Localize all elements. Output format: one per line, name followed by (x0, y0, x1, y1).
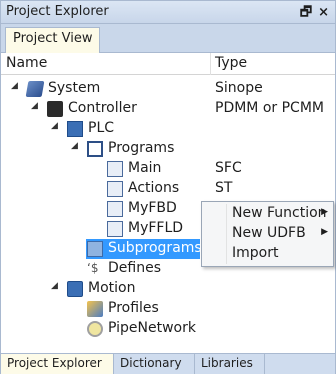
collapse-arrow-icon[interactable]: ◢ (51, 121, 58, 131)
pin-icon[interactable]: 🗗 (300, 5, 312, 20)
submenu-arrow-icon: ▶ (321, 207, 328, 217)
tree-item-type: Sinope (215, 80, 263, 96)
column-type-header[interactable]: Type (215, 55, 247, 71)
system-icon (25, 81, 45, 97)
profiles-icon (87, 301, 103, 317)
collapse-arrow-icon[interactable]: ◢ (71, 141, 78, 151)
tree-item-label: Actions (128, 180, 180, 196)
collapse-arrow-icon[interactable]: ◢ (51, 281, 58, 291)
tree-item-type: PDMM or PCMM (215, 100, 324, 116)
programs-folder-icon (87, 141, 103, 157)
tree-item-label: Profiles (108, 300, 159, 316)
tree-item-label: Programs (108, 140, 175, 156)
tree-item-actions[interactable]: Actions ST (1, 179, 335, 199)
tab-dictionary[interactable]: Dictionary (114, 354, 195, 374)
submenu-arrow-icon: ▶ (321, 227, 328, 237)
context-menu: New Function ▶ New UDFB ▶ Import (201, 201, 334, 267)
panel-title: Project Explorer (6, 4, 109, 19)
tab-project-explorer[interactable]: Project Explorer (1, 354, 114, 374)
tree-item-label: Main (128, 160, 162, 176)
tree-item-profiles[interactable]: Profiles (1, 299, 335, 319)
window-controls: 🗗 × (294, 3, 329, 25)
tree-item-label: Motion (88, 280, 136, 296)
tree-item-label: Defines (108, 260, 161, 276)
tree-item-label: PLC (88, 120, 115, 136)
collapse-arrow-icon[interactable]: ◢ (11, 81, 18, 91)
plc-icon (67, 121, 83, 137)
menu-item-import[interactable]: Import (202, 244, 333, 264)
title-bar: Project Explorer 🗗 × (1, 1, 335, 24)
tree-item-type: ST (215, 180, 233, 196)
defines-icon: ‘$ (87, 261, 99, 275)
tree-item-controller[interactable]: ◢ Controller PDMM or PCMM (1, 99, 335, 119)
menu-item-label: New Function (232, 205, 327, 221)
column-divider[interactable] (210, 53, 211, 75)
menu-item-new-function[interactable]: New Function ▶ (202, 204, 333, 224)
tree-item-plc[interactable]: ◢ PLC (1, 119, 335, 139)
controller-icon (47, 101, 63, 117)
tree-item-type: SFC (215, 160, 242, 176)
pipenetwork-icon (87, 321, 103, 337)
menu-item-label: New UDFB (232, 225, 306, 241)
project-explorer-panel: Project Explorer 🗗 × Project View Name Ty… (0, 0, 336, 374)
tree-item-label: System (48, 80, 101, 96)
tree-item-system[interactable]: ◢ System Sinope (1, 79, 335, 99)
menu-item-label: Import (232, 245, 279, 261)
motion-icon (67, 281, 83, 297)
tree-item-programs[interactable]: ◢ Programs (1, 139, 335, 159)
column-header: Name Type (1, 53, 335, 75)
tree-item-label: MyFFLD (128, 220, 184, 236)
menu-item-new-udfb[interactable]: New UDFB ▶ (202, 224, 333, 244)
tree-item-main[interactable]: Main SFC (1, 159, 335, 179)
bottom-tab-strip: Project Explorer Dictionary Libraries (1, 353, 335, 374)
close-icon[interactable]: × (318, 5, 329, 20)
tree-item-label: PipeNetwork (108, 320, 196, 336)
tab-libraries[interactable]: Libraries (195, 354, 265, 374)
tree-item-label: Controller (68, 100, 137, 116)
subprograms-folder-icon (87, 241, 103, 257)
tree-item-label: Subprograms (108, 240, 202, 256)
program-icon (107, 181, 123, 197)
program-icon (107, 221, 123, 237)
tab-project-view[interactable]: Project View (5, 27, 101, 53)
program-icon (107, 201, 123, 217)
tree-item-pipenetwork[interactable]: PipeNetwork (1, 319, 335, 339)
collapse-arrow-icon[interactable]: ◢ (31, 101, 38, 111)
column-name-header[interactable]: Name (6, 55, 47, 71)
program-icon (107, 161, 123, 177)
view-tab-strip: Project View (1, 24, 335, 53)
tree-item-motion[interactable]: ◢ Motion (1, 279, 335, 299)
tree-item-label: MyFBD (128, 200, 177, 216)
